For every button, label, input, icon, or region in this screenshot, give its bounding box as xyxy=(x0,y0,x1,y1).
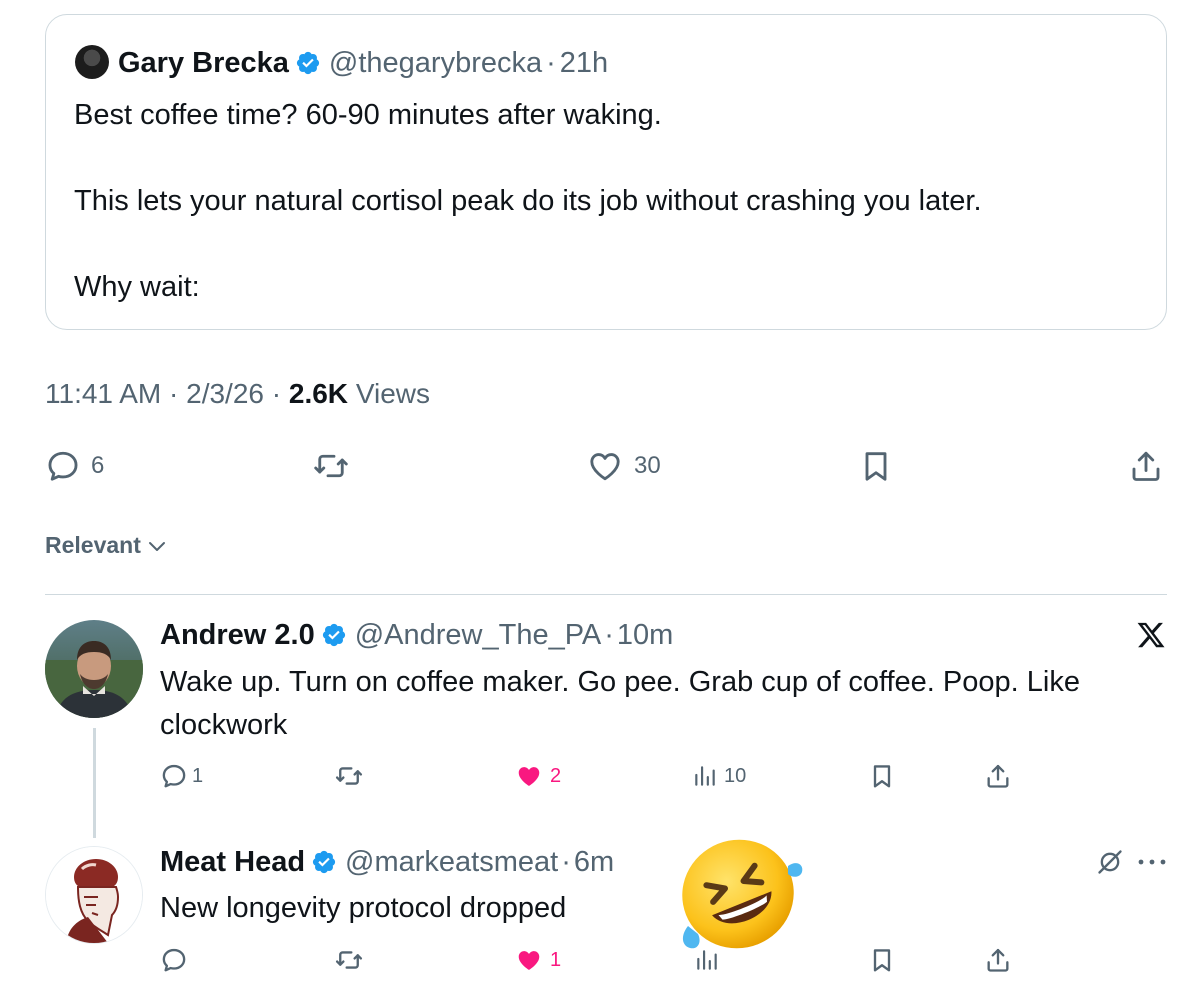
separator-dot: · xyxy=(604,618,614,651)
sort-replies-dropdown[interactable]: Relevant xyxy=(45,532,169,559)
reply-author-handle[interactable]: @Andrew_The_PA xyxy=(355,619,602,652)
like-icon xyxy=(514,946,544,974)
separator-dot: · xyxy=(561,845,571,878)
share-icon xyxy=(984,762,1012,790)
x-logo-icon[interactable] xyxy=(1136,620,1166,650)
verified-badge-icon xyxy=(321,622,347,648)
quoted-tweet-header: Gary Brecka @thegarybrecka · 21h xyxy=(118,43,608,83)
mute-icon[interactable] xyxy=(1096,848,1124,876)
sort-label: Relevant xyxy=(45,532,141,558)
like-button[interactable]: 30 xyxy=(586,448,661,484)
bookmark-button[interactable] xyxy=(868,946,896,974)
reply-header: Andrew 2.0 @Andrew_The_PA · 10m xyxy=(160,615,673,655)
post-meta: 11:41 AM · 2/3/26 · 2.6K Views xyxy=(45,378,430,410)
views-label: Views xyxy=(355,378,430,409)
laughing-emoji-sticker xyxy=(670,834,806,954)
reply-author-avatar[interactable] xyxy=(45,846,143,944)
repost-icon xyxy=(334,946,364,974)
reply-text-line: clockwork xyxy=(160,709,288,741)
like-count: 30 xyxy=(634,452,661,479)
repost-button[interactable] xyxy=(334,946,364,974)
reply-author-name[interactable]: Meat Head xyxy=(160,846,305,879)
reply-icon xyxy=(160,946,188,974)
reply-button[interactable]: 1 xyxy=(160,762,203,790)
views-icon xyxy=(692,762,718,790)
reply-icon xyxy=(160,762,188,790)
reply-author-avatar[interactable] xyxy=(45,620,143,718)
quoted-tweet-text-line: This lets your natural cortisol peak do … xyxy=(74,185,982,217)
quoted-tweet-text-line: Why wait: xyxy=(74,271,200,303)
quoted-author-name[interactable]: Gary Brecka xyxy=(118,47,289,80)
reply-text-line: New longevity protocol dropped xyxy=(160,892,567,924)
post-time[interactable]: 11:41 AM xyxy=(45,378,161,409)
reply-button[interactable] xyxy=(160,946,188,974)
verified-badge-icon xyxy=(295,50,321,76)
reply-text-line: Wake up. Turn on coffee maker. Go pee. G… xyxy=(160,666,1080,698)
post-date[interactable]: 2/3/26 xyxy=(186,378,264,409)
reply-author-handle[interactable]: @markeatsmeat xyxy=(345,846,558,879)
separator-dot: · xyxy=(271,378,289,409)
quoted-tweet-card[interactable]: Gary Brecka @thegarybrecka · 21h Best co… xyxy=(45,14,1167,330)
bookmark-button[interactable] xyxy=(858,448,894,484)
separator-dot: · xyxy=(169,378,187,409)
repost-icon xyxy=(312,448,350,484)
repost-button[interactable] xyxy=(334,762,364,790)
divider xyxy=(45,594,1167,595)
reply-count: 6 xyxy=(91,452,105,479)
reply-time[interactable]: 10m xyxy=(617,619,673,652)
share-button[interactable] xyxy=(984,762,1012,790)
share-icon xyxy=(984,946,1012,974)
views-count[interactable]: 2.6K xyxy=(289,378,348,409)
bookmark-icon xyxy=(868,762,896,790)
views-count: 10 xyxy=(724,764,747,787)
quoted-tweet-text-line: Best coffee time? 60-90 minutes after wa… xyxy=(74,99,662,131)
like-button[interactable]: 2 xyxy=(514,762,561,790)
reply-header: Meat Head @markeatsmeat · 6m xyxy=(160,842,614,882)
verified-badge-icon xyxy=(311,849,337,875)
like-count: 1 xyxy=(550,948,562,971)
share-button[interactable] xyxy=(1128,448,1164,484)
quoted-author-handle[interactable]: @thegarybrecka xyxy=(329,47,542,80)
share-icon xyxy=(1128,448,1164,484)
share-button[interactable] xyxy=(984,946,1012,974)
like-icon xyxy=(586,448,624,484)
bookmark-icon xyxy=(858,448,894,484)
chevron-down-icon xyxy=(145,534,169,558)
repost-button[interactable] xyxy=(312,448,350,484)
quoted-author-avatar[interactable] xyxy=(75,45,109,79)
separator-dot: · xyxy=(546,46,556,79)
like-button[interactable]: 1 xyxy=(514,946,561,974)
like-icon xyxy=(514,762,544,790)
reply-count: 1 xyxy=(192,764,204,787)
reply-icon xyxy=(45,448,81,484)
bookmark-button[interactable] xyxy=(868,762,896,790)
bookmark-icon xyxy=(868,946,896,974)
thread-connector-line xyxy=(93,728,96,838)
repost-icon xyxy=(334,762,364,790)
reply-button[interactable]: 6 xyxy=(45,448,104,484)
reply-author-name[interactable]: Andrew 2.0 xyxy=(160,619,315,652)
quoted-tweet-time[interactable]: 21h xyxy=(560,47,608,80)
reply-time[interactable]: 6m xyxy=(574,846,614,879)
like-count: 2 xyxy=(550,764,562,787)
more-icon[interactable] xyxy=(1136,848,1168,876)
views-button[interactable]: 10 xyxy=(692,762,746,790)
